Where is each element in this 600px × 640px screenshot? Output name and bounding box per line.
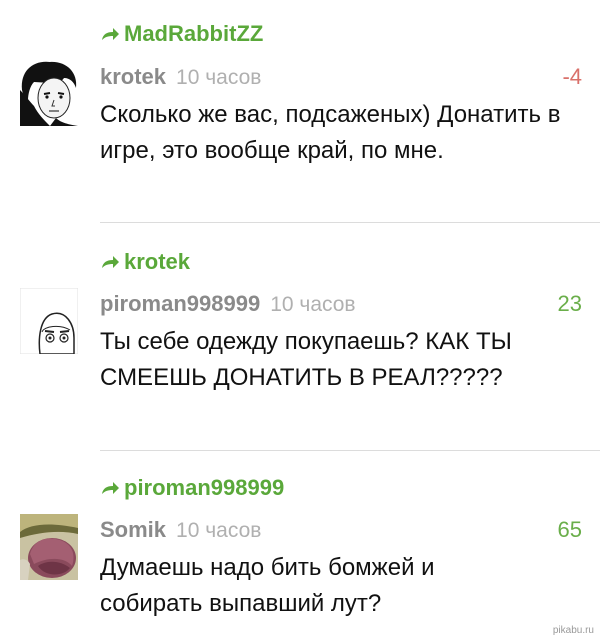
author-name[interactable]: Somik (100, 517, 166, 543)
comment-text: Думаешь надо бить бомжей и собирать выпа… (100, 554, 435, 617)
reply-to-username: piroman998999 (124, 475, 285, 500)
avatar[interactable] (20, 514, 78, 580)
comment-time: 10 часов (176, 519, 262, 542)
reply-to-link[interactable]: piroman998999 (100, 474, 284, 502)
comment-meta: Somik 10 часов 65 (100, 517, 582, 547)
reply-arrow-icon (102, 482, 119, 494)
comment-rating: 65 (557, 517, 582, 542)
watermark: pikabu.ru (552, 625, 594, 636)
comment-3: piroman998999 Somik 10 часов 65 Думаешь … (0, 0, 600, 640)
